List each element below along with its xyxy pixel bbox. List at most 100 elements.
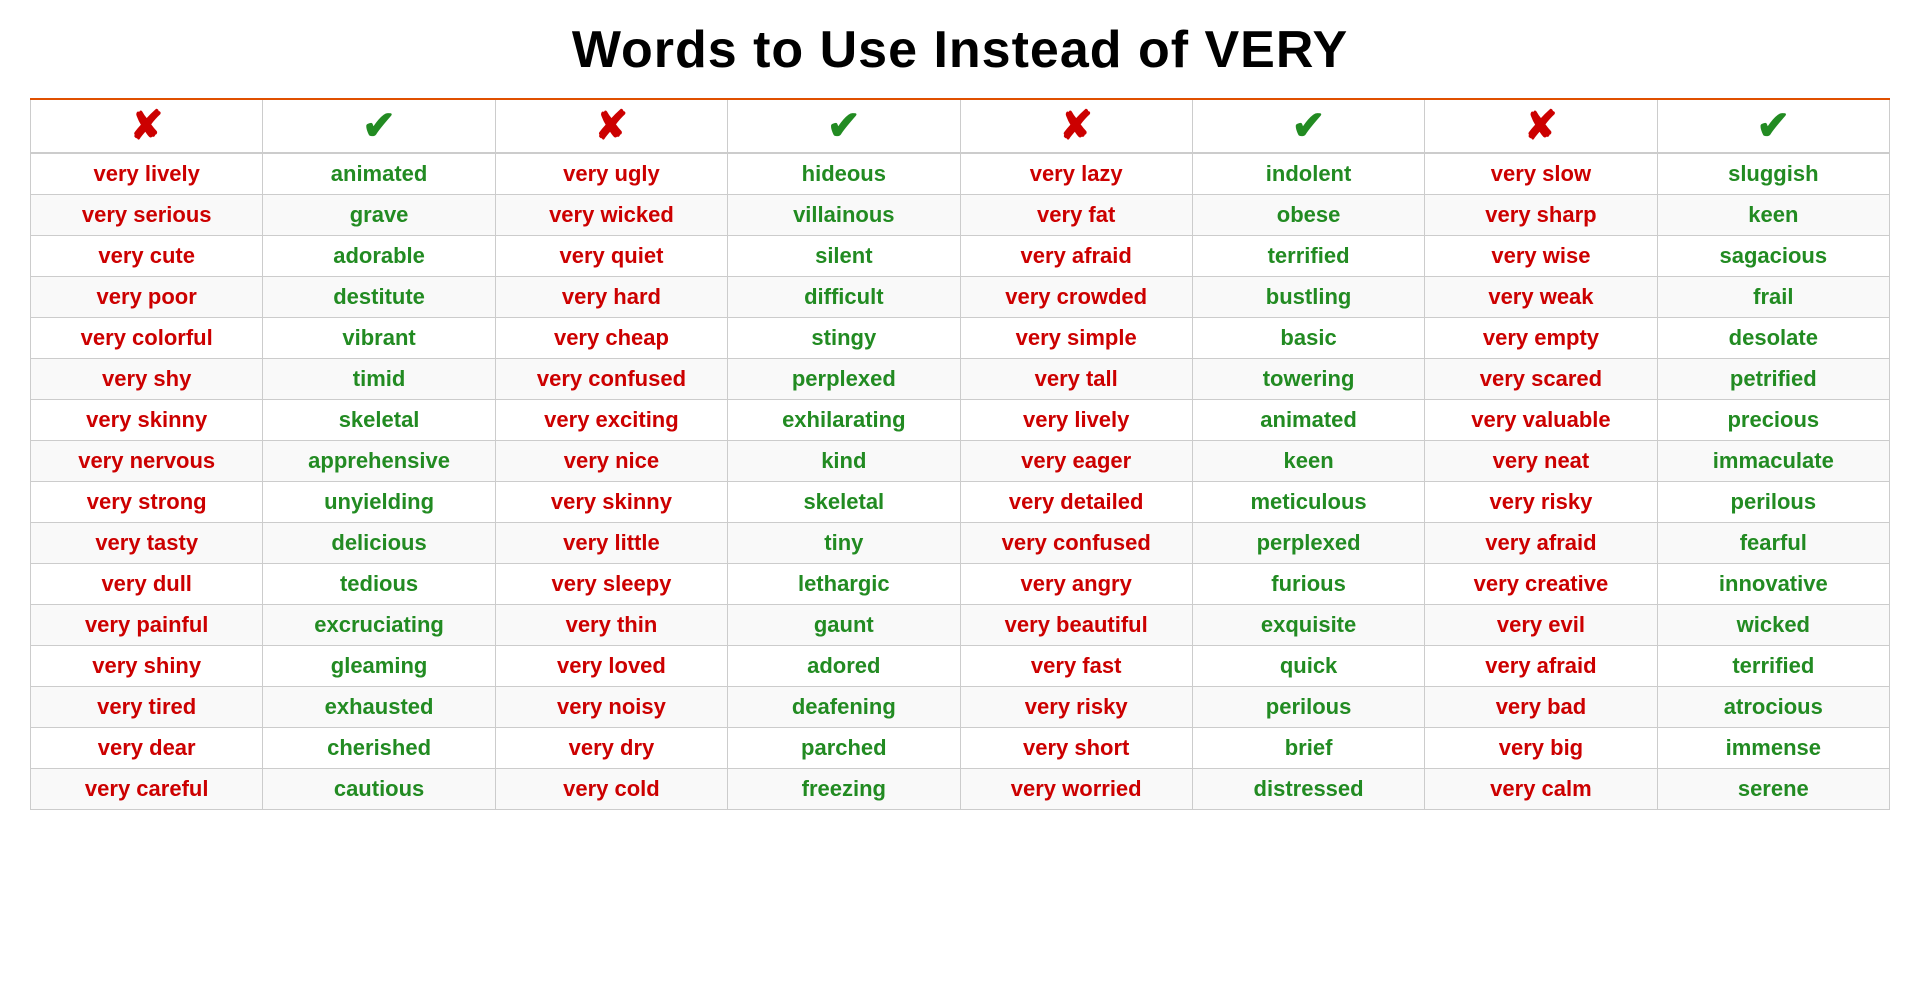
- table-cell: very fast: [960, 646, 1192, 687]
- table-cell: indolent: [1192, 153, 1424, 195]
- table-row: very seriousgravevery wickedvillainousve…: [31, 195, 1890, 236]
- table-cell: immaculate: [1657, 441, 1889, 482]
- table-cell: very risky: [1425, 482, 1657, 523]
- table-cell: very big: [1425, 728, 1657, 769]
- table-cell: immense: [1657, 728, 1889, 769]
- table-cell: innovative: [1657, 564, 1889, 605]
- table-cell: apprehensive: [263, 441, 495, 482]
- table-cell: perplexed: [728, 359, 960, 400]
- cross-icon-2: ✘: [595, 106, 629, 146]
- table-cell: desolate: [1657, 318, 1889, 359]
- table-cell: lethargic: [728, 564, 960, 605]
- table-cell: very valuable: [1425, 400, 1657, 441]
- table-cell: very tired: [31, 687, 263, 728]
- col-header-4: ✔: [728, 100, 960, 153]
- col-header-6: ✔: [1192, 100, 1424, 153]
- table-cell: sagacious: [1657, 236, 1889, 277]
- table-cell: keen: [1192, 441, 1424, 482]
- table-cell: very eager: [960, 441, 1192, 482]
- table-cell: precious: [1657, 400, 1889, 441]
- table-cell: very hard: [495, 277, 727, 318]
- col-header-7: ✘: [1425, 100, 1657, 153]
- table-cell: very skinny: [31, 400, 263, 441]
- table-cell: very detailed: [960, 482, 1192, 523]
- table-cell: very afraid: [1425, 523, 1657, 564]
- cross-icon-1: ✘: [130, 106, 164, 146]
- table-cell: very empty: [1425, 318, 1657, 359]
- table-cell: very poor: [31, 277, 263, 318]
- table-cell: very tasty: [31, 523, 263, 564]
- table-cell: very wicked: [495, 195, 727, 236]
- table-cell: atrocious: [1657, 687, 1889, 728]
- table-cell: distressed: [1192, 769, 1424, 810]
- table-row: very tiredexhaustedvery noisydeafeningve…: [31, 687, 1890, 728]
- table-body: very livelyanimatedvery uglyhideousvery …: [31, 153, 1890, 810]
- table-cell: very sharp: [1425, 195, 1657, 236]
- table-cell: exhilarating: [728, 400, 960, 441]
- table-cell: very evil: [1425, 605, 1657, 646]
- table-cell: kind: [728, 441, 960, 482]
- table-cell: vibrant: [263, 318, 495, 359]
- table-cell: wicked: [1657, 605, 1889, 646]
- table-cell: terrified: [1192, 236, 1424, 277]
- table-cell: very bad: [1425, 687, 1657, 728]
- table-cell: timid: [263, 359, 495, 400]
- table-cell: animated: [263, 153, 495, 195]
- table-cell: very short: [960, 728, 1192, 769]
- table-cell: very crowded: [960, 277, 1192, 318]
- table-cell: very sleepy: [495, 564, 727, 605]
- table-cell: frail: [1657, 277, 1889, 318]
- table-cell: furious: [1192, 564, 1424, 605]
- table-cell: very scared: [1425, 359, 1657, 400]
- check-icon-2: ✔: [827, 106, 861, 146]
- table-cell: very strong: [31, 482, 263, 523]
- cross-icon-3: ✘: [1059, 106, 1093, 146]
- table-row: very painfulexcruciatingvery thingauntve…: [31, 605, 1890, 646]
- table-cell: adored: [728, 646, 960, 687]
- table-cell: very cheap: [495, 318, 727, 359]
- table-cell: very neat: [1425, 441, 1657, 482]
- table-cell: perilous: [1657, 482, 1889, 523]
- table-cell: meticulous: [1192, 482, 1424, 523]
- table-cell: freezing: [728, 769, 960, 810]
- table-cell: very painful: [31, 605, 263, 646]
- table-cell: gleaming: [263, 646, 495, 687]
- table-cell: skeletal: [728, 482, 960, 523]
- table-cell: very fat: [960, 195, 1192, 236]
- table-cell: very loved: [495, 646, 727, 687]
- table-cell: villainous: [728, 195, 960, 236]
- table-cell: obese: [1192, 195, 1424, 236]
- table-row: very carefulcautiousvery coldfreezingver…: [31, 769, 1890, 810]
- table-cell: keen: [1657, 195, 1889, 236]
- check-icon-1: ✔: [362, 106, 396, 146]
- table-cell: very wise: [1425, 236, 1657, 277]
- table-cell: very beautiful: [960, 605, 1192, 646]
- table-cell: adorable: [263, 236, 495, 277]
- word-table: ✘ ✔ ✘ ✔ ✘ ✔ ✘ ✔ very livelyanimatedvery …: [30, 100, 1890, 810]
- table-cell: very angry: [960, 564, 1192, 605]
- table-cell: very confused: [960, 523, 1192, 564]
- table-cell: very exciting: [495, 400, 727, 441]
- table-row: very strongunyieldingvery skinnyskeletal…: [31, 482, 1890, 523]
- table-cell: very tall: [960, 359, 1192, 400]
- table-cell: very lively: [31, 153, 263, 195]
- table-cell: parched: [728, 728, 960, 769]
- table-row: very poordestitutevery harddifficultvery…: [31, 277, 1890, 318]
- table-cell: very shy: [31, 359, 263, 400]
- table-cell: towering: [1192, 359, 1424, 400]
- table-row: very skinnyskeletalvery excitingexhilara…: [31, 400, 1890, 441]
- table-cell: very cute: [31, 236, 263, 277]
- table-cell: tiny: [728, 523, 960, 564]
- table-cell: hideous: [728, 153, 960, 195]
- table-cell: very afraid: [1425, 646, 1657, 687]
- table-cell: very lively: [960, 400, 1192, 441]
- col-header-3: ✘: [495, 100, 727, 153]
- table-cell: very ugly: [495, 153, 727, 195]
- table-cell: destitute: [263, 277, 495, 318]
- table-row: very nervousapprehensivevery nicekindver…: [31, 441, 1890, 482]
- table-cell: very lazy: [960, 153, 1192, 195]
- cross-icon-4: ✘: [1524, 106, 1558, 146]
- table-cell: perplexed: [1192, 523, 1424, 564]
- table-cell: very noisy: [495, 687, 727, 728]
- table-cell: sluggish: [1657, 153, 1889, 195]
